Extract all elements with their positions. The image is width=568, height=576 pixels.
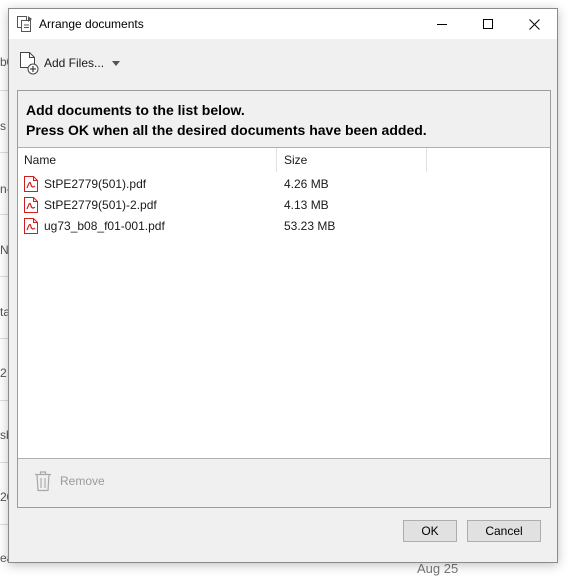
background-divider [0,90,8,91]
ok-button[interactable]: OK [403,520,457,542]
column-divider[interactable] [426,148,427,172]
trash-icon [35,471,51,492]
column-header-name[interactable]: Name [24,148,56,172]
background-divider [0,462,8,463]
chevron-down-icon[interactable] [112,60,121,66]
document-panel: Add documents to the list below. Press O… [17,90,551,508]
file-size: 53.23 MB [284,219,336,233]
instruction-line: Add documents to the list below. [26,102,245,118]
background-divider [0,400,8,401]
instructions: Add documents to the list below. Press O… [18,91,550,148]
remove-label: Remove [60,474,105,488]
background-divider [0,276,8,277]
background-text: s [0,119,6,133]
background-divider [0,524,8,525]
file-size: 4.26 MB [284,177,329,191]
minimize-icon [437,24,447,25]
file-name: ug73_b08_f01-001.pdf [44,219,165,233]
arrange-documents-dialog: Arrange documents Add Files... Add docum… [8,8,558,563]
add-files-button[interactable]: Add Files... [17,50,121,76]
title-bar[interactable]: Arrange documents [9,9,557,39]
file-name: StPE2779(501).pdf [44,177,147,191]
close-button[interactable] [511,9,557,39]
instruction-line: Press OK when all the desired documents … [26,122,427,138]
file-row[interactable]: StPE2779(501)-2.pdf 4.13 MB [18,195,550,216]
window-title: Arrange documents [39,17,144,31]
pdf-icon [24,218,38,234]
arrange-documents-icon [17,16,32,32]
document-list[interactable]: Name Size StPE2779(501).pdf 4.26 MB StPE… [18,148,550,459]
column-header-size[interactable]: Size [284,148,307,172]
file-row[interactable]: StPE2779(501).pdf 4.26 MB [18,174,550,195]
close-icon [528,18,540,30]
background-divider [0,152,8,153]
add-file-icon [20,52,39,75]
file-name: StPE2779(501)-2.pdf [44,198,157,212]
background-divider [0,214,8,215]
pdf-icon [24,197,38,213]
add-files-label: Add Files... [44,56,105,70]
column-divider[interactable] [276,148,277,172]
file-row[interactable]: ug73_b08_f01-001.pdf 53.23 MB [18,216,550,237]
cancel-button[interactable]: Cancel [467,520,541,542]
maximize-button[interactable] [465,9,511,39]
file-size: 4.13 MB [284,198,329,212]
minimize-button[interactable] [419,9,465,39]
pdf-icon [24,176,38,192]
maximize-icon [483,19,493,29]
background-date: Aug 25 [417,561,459,576]
remove-button[interactable]: Remove [34,469,105,493]
background-divider [0,338,8,339]
background-text: 2 [0,366,7,380]
